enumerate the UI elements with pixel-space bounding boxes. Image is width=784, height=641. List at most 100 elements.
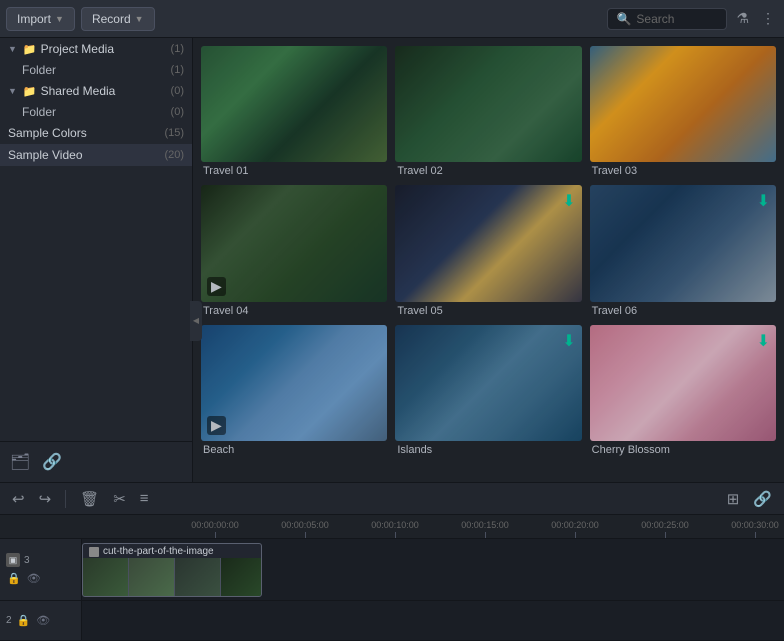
media-grid: Travel 01Travel 02Travel 03▶Travel 04⬇Tr… bbox=[201, 46, 776, 456]
media-item-travel06[interactable]: ⬇Travel 06 bbox=[590, 185, 776, 316]
import-button[interactable]: Import ▼ bbox=[6, 7, 75, 31]
play-icon: ▶ bbox=[207, 416, 226, 435]
shared-folder-label: Folder bbox=[22, 105, 167, 119]
track-lock-button-2[interactable]: 🔒 bbox=[16, 613, 32, 628]
import-chevron-icon: ▼ bbox=[55, 14, 64, 24]
sidebar-item-sample-colors[interactable]: Sample Colors (15) bbox=[0, 122, 192, 144]
ruler-mark: 00:00:05:00 bbox=[260, 520, 350, 538]
search-input[interactable] bbox=[636, 12, 716, 26]
track-row-2: 2 🔒 👁 bbox=[0, 601, 784, 641]
media-thumb-travel05: ⬇ bbox=[395, 185, 581, 301]
media-item-travel05[interactable]: ⬇ Travel 05 bbox=[395, 185, 581, 316]
folder-icon: 📁 bbox=[23, 43, 37, 56]
timeline-ruler: 00:00:00:00 00:00:05:00 00:00:10:00 00:00:1… bbox=[0, 515, 784, 539]
media-item-travel03[interactable]: Travel 03 bbox=[590, 46, 776, 177]
project-folder-label: Folder bbox=[22, 63, 167, 77]
sidebar-item-project-media[interactable]: ▼ 📁 Project Media (1) bbox=[0, 38, 192, 60]
ruler-tick bbox=[215, 532, 216, 538]
media-item-travel04[interactable]: ▶Travel 04 bbox=[201, 185, 387, 316]
track-lock-button-1[interactable]: 🔒 bbox=[6, 571, 22, 586]
track-visibility-button-1[interactable]: 👁 bbox=[26, 571, 42, 586]
timeline-tracks: ▣ 3 🔒 👁 cut-the-part-of-the-image bbox=[0, 539, 784, 641]
filter-button[interactable]: ⚗ bbox=[733, 7, 752, 30]
media-item-cherry[interactable]: ⬇ Cherry Blossom bbox=[590, 325, 776, 456]
ruler-tick bbox=[665, 532, 666, 538]
media-thumb-travel01 bbox=[201, 46, 387, 162]
track-num-label: 3 bbox=[24, 555, 30, 566]
shared-media-label: Shared Media bbox=[41, 84, 167, 98]
media-item-travel02[interactable]: Travel 02 bbox=[395, 46, 581, 177]
media-thumb-travel06: ⬇ bbox=[590, 185, 776, 301]
sidebar: ▼ 📁 Project Media (1) Folder (1) ▼ 📁 Sha… bbox=[0, 38, 193, 482]
media-label-travel02: Travel 02 bbox=[395, 165, 581, 177]
cut-button[interactable]: ✂ bbox=[109, 488, 130, 510]
ruler-track: 00:00:00:00 00:00:05:00 00:00:10:00 00:00:1… bbox=[90, 515, 784, 538]
undo-button[interactable]: ↩ bbox=[8, 488, 29, 510]
sidebar-item-shared-media[interactable]: ▼ 📁 Shared Media (0) bbox=[0, 80, 192, 102]
record-button[interactable]: Record ▼ bbox=[81, 7, 155, 31]
clip-header-1: cut-the-part-of-the-image bbox=[83, 544, 261, 559]
clip-thumb-mini bbox=[89, 547, 99, 557]
clip-title: cut-the-part-of-the-image bbox=[103, 546, 214, 557]
ruler-label: 00:00:30:00 bbox=[731, 520, 779, 530]
media-thumb-travel03 bbox=[590, 46, 776, 162]
clip-frame-2 bbox=[129, 558, 175, 596]
new-folder-button[interactable]: 🗂 bbox=[8, 450, 32, 474]
media-item-beach[interactable]: ▶ Beach bbox=[201, 325, 387, 456]
ruler-mark: 00:00:25:00 bbox=[620, 520, 710, 538]
ruler-mark: 00:00:10:00 bbox=[350, 520, 440, 538]
search-icon: 🔍 bbox=[616, 12, 631, 26]
track-visibility-button-2[interactable]: 👁 bbox=[35, 613, 51, 628]
redo-button[interactable]: ↪ bbox=[35, 488, 56, 510]
ruler-mark: 00:00:20:00 bbox=[530, 520, 620, 538]
sample-colors-count: (15) bbox=[164, 127, 184, 139]
sample-video-label: Sample Video bbox=[8, 148, 160, 162]
sidebar-item-sample-video[interactable]: Sample Video (20) bbox=[0, 144, 192, 166]
sidebar-folder-project[interactable]: Folder (1) bbox=[0, 60, 192, 80]
ruler-label: 00:00:10:00 bbox=[371, 520, 419, 530]
timeline-area: ↩ ↪ 🗑 ✂ ≡ ⊞ 🔗 00:00:00:0000:00:05:0000:0… bbox=[0, 482, 784, 641]
clip-frame-3 bbox=[175, 558, 221, 596]
media-thumb-travel02 bbox=[395, 46, 581, 162]
track-content-1: cut-the-part-of-the-image bbox=[82, 539, 784, 600]
track-icon-row-1: 🔒 👁 bbox=[6, 571, 75, 586]
delete-button[interactable]: 🗑 bbox=[76, 488, 103, 510]
download-badge-icon: ⬇ bbox=[757, 331, 770, 351]
collapse-arrow-shared-icon: ▼ bbox=[8, 86, 17, 96]
sidebar-actions: 🗂 🔗 bbox=[0, 441, 192, 482]
sidebar-collapse-handle[interactable]: ◀ bbox=[190, 301, 193, 341]
media-label-travel05: Travel 05 bbox=[395, 305, 581, 317]
add-track-button[interactable]: ⊞ bbox=[723, 488, 744, 510]
more-options-button[interactable]: ⋮ bbox=[758, 7, 778, 30]
sidebar-folder-shared[interactable]: Folder (0) bbox=[0, 102, 192, 122]
ruler-label: 00:00:05:00 bbox=[281, 520, 329, 530]
media-thumb-beach: ▶ bbox=[201, 325, 387, 441]
track-controls-2: 2 🔒 👁 bbox=[0, 601, 82, 640]
properties-button[interactable]: ≡ bbox=[136, 488, 153, 509]
toolbar-separator-1 bbox=[65, 490, 66, 508]
link-clips-button[interactable]: 🔗 bbox=[749, 488, 776, 510]
track-number-1: 3 bbox=[24, 555, 30, 566]
project-media-label: Project Media bbox=[41, 42, 167, 56]
clip-frame-4 bbox=[221, 558, 261, 596]
media-label-travel01: Travel 01 bbox=[201, 165, 387, 177]
track-clip-1[interactable]: cut-the-part-of-the-image bbox=[82, 543, 262, 597]
sample-colors-label: Sample Colors bbox=[8, 126, 160, 140]
ruler-label: 00:00:00:00 bbox=[191, 520, 239, 530]
timeline-toolbar: ↩ ↪ 🗑 ✂ ≡ ⊞ 🔗 bbox=[0, 483, 784, 515]
ruler-mark: 00:00:15:00 bbox=[440, 520, 530, 538]
media-item-islands[interactable]: ⬇Islands bbox=[395, 325, 581, 456]
media-label-travel04: Travel 04 bbox=[201, 305, 387, 317]
media-label-travel03: Travel 03 bbox=[590, 165, 776, 177]
track-thumb-icon: ▣ bbox=[6, 553, 20, 567]
track-controls-1: ▣ 3 🔒 👁 bbox=[0, 539, 82, 600]
link-button[interactable]: 🔗 bbox=[40, 450, 64, 474]
record-label: Record bbox=[92, 12, 131, 26]
ruler-mark: 00:00:30:00 bbox=[710, 520, 784, 538]
download-badge-icon: ⬇ bbox=[562, 191, 575, 211]
collapse-arrow-icon: ▼ bbox=[8, 44, 17, 54]
shared-folder-count: (0) bbox=[171, 106, 184, 118]
media-item-travel01[interactable]: Travel 01 bbox=[201, 46, 387, 177]
media-label-cherry: Cherry Blossom bbox=[590, 444, 776, 456]
media-label-beach: Beach bbox=[201, 444, 387, 456]
